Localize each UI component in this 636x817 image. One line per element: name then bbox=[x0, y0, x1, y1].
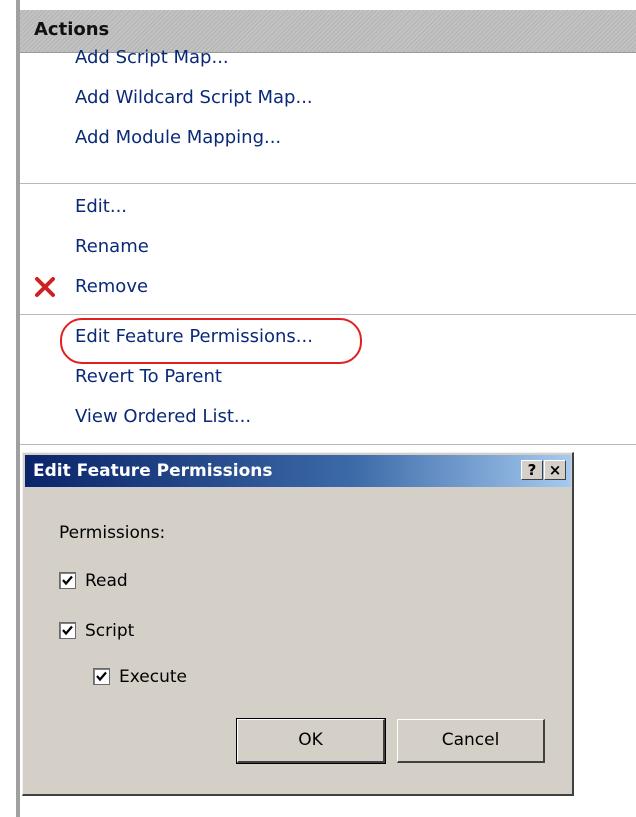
checkbox-label: Read bbox=[85, 571, 128, 591]
action-revert-to-parent[interactable]: Revert To Parent bbox=[75, 366, 222, 387]
action-add-module-mapping[interactable]: Add Module Mapping... bbox=[75, 127, 281, 148]
action-rename[interactable]: Rename bbox=[75, 236, 149, 257]
action-edit-feature-permissions[interactable]: Edit Feature Permissions... bbox=[75, 326, 313, 347]
checkbox-label: Script bbox=[85, 621, 135, 641]
dialog-title: Edit Feature Permissions bbox=[33, 461, 273, 481]
pane-border bbox=[16, 0, 20, 817]
action-view-ordered-list[interactable]: View Ordered List... bbox=[75, 406, 251, 427]
actions-separator bbox=[20, 314, 636, 315]
permissions-label: Permissions: bbox=[59, 523, 166, 543]
actions-separator bbox=[20, 183, 636, 184]
checkbox-box[interactable] bbox=[93, 668, 110, 685]
red-x-icon bbox=[34, 276, 56, 298]
checkbox-label: Execute bbox=[119, 667, 187, 687]
check-icon bbox=[62, 625, 73, 636]
check-icon bbox=[96, 671, 107, 682]
ok-button[interactable]: OK bbox=[236, 718, 386, 764]
help-button[interactable]: ? bbox=[521, 460, 543, 480]
actions-separator bbox=[20, 444, 636, 445]
checkbox-box[interactable] bbox=[59, 622, 76, 639]
action-edit[interactable]: Edit... bbox=[75, 196, 127, 217]
action-add-script-map[interactable]: Add Script Map... bbox=[75, 47, 229, 68]
action-add-wildcard-script-map[interactable]: Add Wildcard Script Map... bbox=[75, 87, 313, 108]
check-icon bbox=[62, 575, 73, 586]
action-remove[interactable]: Remove bbox=[75, 276, 148, 297]
dialog-titlebar[interactable]: Edit Feature Permissions ? × bbox=[25, 455, 571, 487]
actions-header-title: Actions bbox=[34, 19, 110, 40]
cancel-button[interactable]: Cancel bbox=[397, 719, 545, 763]
checkbox-box[interactable] bbox=[59, 572, 76, 589]
edit-feature-permissions-dialog: Edit Feature Permissions ? × Permissions… bbox=[22, 452, 574, 796]
close-button[interactable]: × bbox=[544, 460, 566, 480]
